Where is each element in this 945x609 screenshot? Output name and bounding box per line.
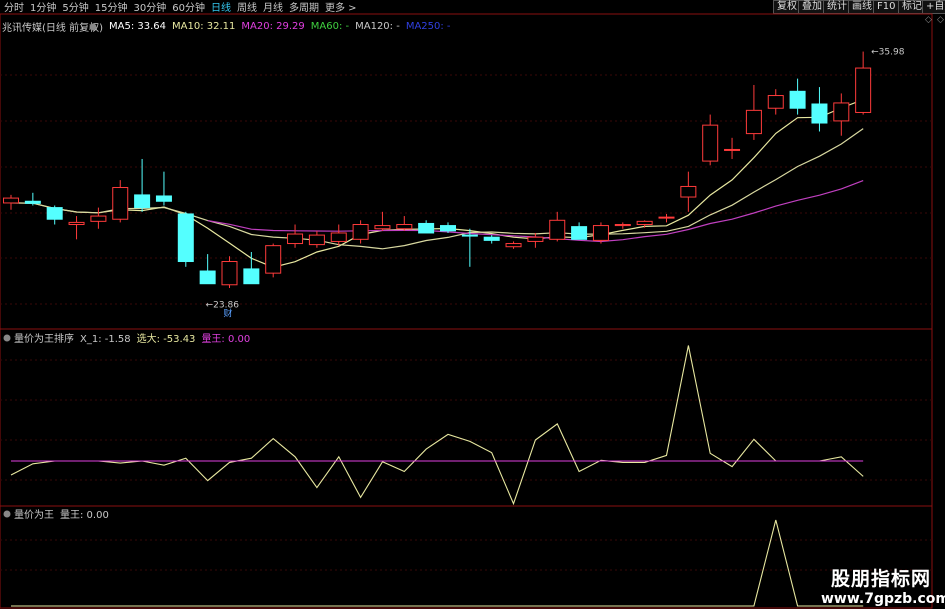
- indicator2-panel-frame: [0, 505, 933, 609]
- candle-body-21: [461, 234, 478, 237]
- candle-body-12: [265, 245, 282, 274]
- ma5-line: [10, 99, 864, 268]
- candle-body-19: [418, 222, 435, 234]
- candle-body-8: [177, 213, 194, 263]
- candle-body-25: [549, 219, 566, 240]
- candle-body-28: [614, 224, 631, 227]
- finance-badge: 财: [224, 308, 233, 320]
- diamond-icon-2: ◇: [937, 15, 944, 25]
- high-price-label: ←35.98: [871, 48, 905, 58]
- indicator1-panel-frame: [0, 328, 933, 507]
- candle-body-29: [636, 220, 653, 226]
- candle-body-17: [374, 225, 391, 230]
- ma20-line: [207, 180, 864, 243]
- candle-body-32: [702, 124, 719, 162]
- candle-body-0: [3, 197, 19, 204]
- candle-body-24: [527, 236, 544, 242]
- watermark-line1: 股朋指标网: [830, 568, 931, 590]
- collapse-icon-0: [3, 334, 11, 342]
- candle-body-20: [440, 225, 456, 232]
- candle-body-9: [199, 270, 216, 285]
- candle-body-31: [680, 185, 697, 198]
- candle-body-13: [287, 233, 304, 245]
- candle-body-27: [592, 225, 609, 241]
- watermark-line2: www.7gpzb.com: [821, 591, 945, 607]
- low-price-label: ←23.86: [206, 301, 240, 311]
- candle-body-37: [811, 103, 828, 124]
- kline-chart[interactable]: ←35.98 ←23.86财 ◇ ◇: [0, 0, 945, 609]
- candle-body-7: [155, 195, 172, 202]
- candle-body-1: [24, 200, 41, 204]
- candle-body-26: [571, 226, 588, 240]
- candle-body-3: [68, 221, 85, 226]
- candle-body-22: [483, 236, 500, 241]
- candle-body-14: [308, 234, 325, 246]
- indicator2-line: [11, 519, 864, 607]
- candle-body-16: [352, 224, 369, 240]
- candle-body-35: [767, 95, 784, 109]
- candle-body-39: [855, 67, 872, 113]
- candle-body-30: [658, 216, 675, 219]
- candle-body-36: [789, 90, 806, 109]
- collapse-icon-1: [3, 510, 11, 518]
- candle-body-11: [243, 268, 260, 285]
- candle-body-38: [833, 102, 850, 122]
- watermark: 股朋指标网 www.7gpzb.com: [821, 564, 945, 607]
- candle-body-5: [112, 187, 129, 220]
- candle-body-2: [46, 207, 63, 220]
- candle-body-23: [505, 243, 522, 248]
- candle-body-10: [221, 261, 238, 286]
- candle-body-6: [134, 194, 151, 209]
- main-panel-frame: [0, 13, 933, 330]
- collapse-icon-2: [89, 23, 97, 31]
- candle-body-4: [90, 215, 107, 222]
- candle-body-18: [396, 224, 413, 230]
- candle-body-34: [745, 109, 762, 135]
- candle-body-33: [724, 148, 741, 151]
- candle-body-15: [330, 232, 347, 242]
- diamond-icon: ◇: [925, 15, 932, 25]
